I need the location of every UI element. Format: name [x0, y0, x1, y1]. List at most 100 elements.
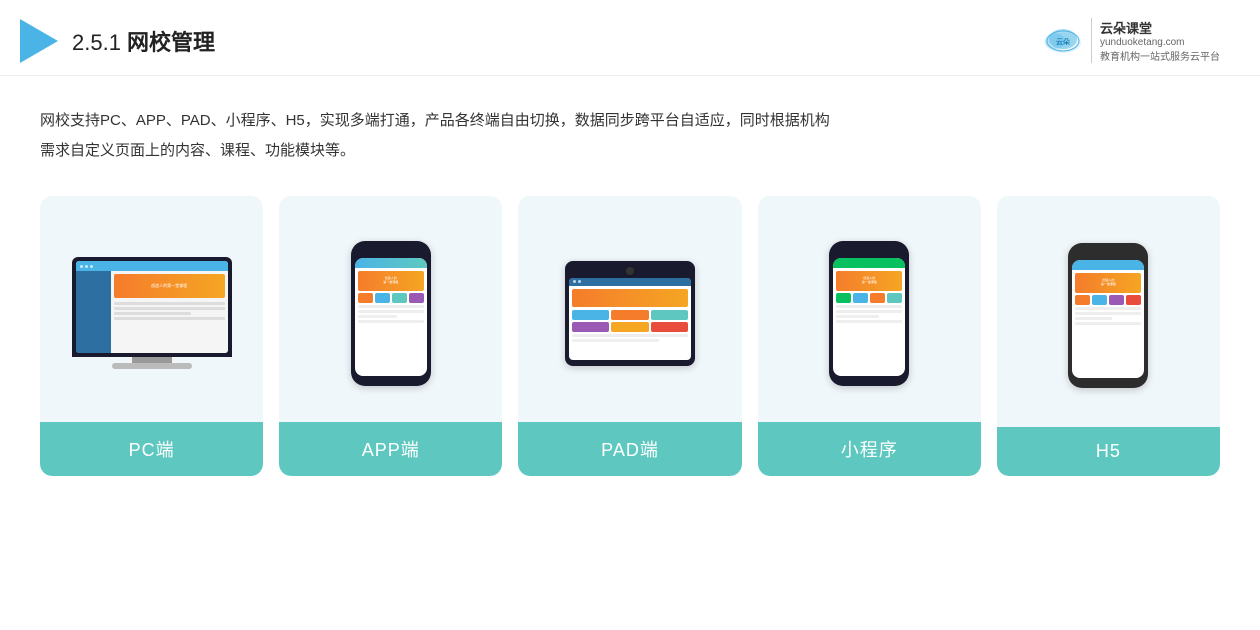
- h5-mockup: 创造人的第一堂课程: [1068, 243, 1148, 388]
- mini-screen-content: 创造人的第一堂课程: [833, 268, 905, 328]
- pc-dot-1: [80, 265, 83, 268]
- tablet-cell-4: [572, 322, 609, 332]
- pc-main-mock: 创造人的第一堂课程: [111, 271, 228, 353]
- phone-icon-h2: [1092, 295, 1107, 305]
- phone-icon-h4: [1126, 295, 1141, 305]
- pad-image-area: [534, 216, 725, 422]
- page-title: 2.5.1 网校管理: [72, 25, 215, 57]
- tablet-banner: [572, 289, 688, 307]
- mini-program-mockup: 创造人的第一堂课程: [829, 241, 909, 386]
- pc-screen-wrap: 创造人的第一堂课程: [72, 257, 232, 357]
- tablet-screen-content: [569, 286, 691, 347]
- phone-icon-1: [358, 293, 373, 303]
- phone-banner-text-app: 创造人的第一堂课程: [383, 277, 398, 284]
- tablet-dot-1: [573, 280, 576, 283]
- device-card-pc: 创造人的第一堂课程: [40, 196, 263, 476]
- logo-triangle-icon: [20, 19, 58, 63]
- app-label: APP端: [279, 422, 502, 476]
- phone-icon-h3: [1109, 295, 1124, 305]
- main-content: 网校支持PC、APP、PAD、小程序、H5，实现多端打通，产品各终端自由切换，数…: [0, 76, 1260, 630]
- tablet-cell-3: [651, 310, 688, 320]
- app-image-area: 创造人的第一堂课程: [295, 216, 486, 422]
- brand-name: 云朵课堂: [1100, 18, 1220, 37]
- device-card-app: 创造人的第一堂课程: [279, 196, 502, 476]
- phone-row-4-app: [358, 320, 424, 323]
- phone-icon-h1: [1075, 295, 1090, 305]
- phone-mockup-app: 创造人的第一堂课程: [351, 241, 431, 386]
- phone-row-1-app: [358, 305, 424, 308]
- svg-text:云朵: 云朵: [1056, 37, 1071, 46]
- description-text: 网校支持PC、APP、PAD、小程序、H5，实现多端打通，产品各终端自由切换，数…: [40, 106, 1220, 166]
- tablet-cell-2: [611, 310, 648, 320]
- pc-screen-content: 创造人的第一堂课程: [76, 271, 228, 353]
- device-cards-container: 创造人的第一堂课程: [40, 196, 1220, 476]
- phone-screen-app: 创造人的第一堂课程: [355, 258, 427, 376]
- mini-row-1: [836, 305, 902, 308]
- mini-row-4: [836, 320, 902, 323]
- pc-dot-2: [85, 265, 88, 268]
- h5-screen-header: [1072, 260, 1144, 270]
- pc-screen-inner: 创造人的第一堂课程: [76, 261, 228, 353]
- tablet-cell-6: [651, 322, 688, 332]
- phone-banner-mini: 创造人的第一堂课程: [836, 271, 902, 291]
- phone-icon-grid-app: [358, 293, 424, 303]
- page-wrapper: 2.5.1 网校管理 云朵 云朵课堂 yunduoketang.com: [0, 0, 1260, 630]
- tablet-home-btn: [626, 267, 634, 275]
- pc-row-2: [114, 307, 225, 310]
- pc-row-3: [114, 312, 192, 315]
- brand-logo: 云朵 云朵课堂 yunduoketang.com 教育机构一站式服务云平台: [1041, 18, 1220, 63]
- phone-screen-content-app: 创造人的第一堂课程: [355, 268, 427, 328]
- tablet-row-1: [572, 334, 688, 337]
- device-card-h5: 创造人的第一堂课程: [997, 196, 1220, 476]
- tablet-row-2: [572, 339, 659, 342]
- pc-row-1: [114, 302, 225, 305]
- pc-image-area: 创造人的第一堂课程: [56, 216, 247, 422]
- phone-row-2-app: [358, 310, 424, 313]
- pc-base: [112, 363, 192, 369]
- tablet-cell-5: [611, 322, 648, 332]
- tablet-screen: [569, 278, 691, 360]
- mini-screen: 创造人的第一堂课程: [833, 258, 905, 376]
- pc-label: PC端: [40, 422, 263, 476]
- tablet-dot-2: [578, 280, 581, 283]
- device-card-miniprogram: 创造人的第一堂课程: [758, 196, 981, 476]
- h5-screen: 创造人的第一堂课程: [1072, 260, 1144, 378]
- phone-icon-grid-mini: [836, 293, 902, 303]
- description-line2: 需求自定义页面上的内容、课程、功能模块等。: [40, 136, 1220, 166]
- phone-banner-h5: 创造人的第一堂课程: [1075, 273, 1141, 293]
- phone-notch-h5: [1096, 251, 1120, 257]
- h5-label: H5: [997, 427, 1220, 476]
- phone-icon-3: [392, 293, 407, 303]
- h5-row-1: [1075, 307, 1141, 310]
- brand-domain: yunduoketang.com: [1100, 37, 1220, 48]
- phone-icon-grid-h5: [1075, 295, 1141, 305]
- h5-screen-content: 创造人的第一堂课程: [1072, 270, 1144, 330]
- tablet-mockup: [565, 261, 695, 366]
- mini-row-2: [836, 310, 902, 313]
- h5-row-3: [1075, 317, 1111, 320]
- phone-banner-text-mini: 创造人的第一堂课程: [862, 277, 877, 284]
- phone-notch-mini: [857, 249, 881, 255]
- phone-banner-text-h5: 创造人的第一堂课程: [1101, 279, 1116, 286]
- device-card-pad: PAD端: [518, 196, 741, 476]
- phone-icon-m1: [836, 293, 851, 303]
- pc-sidebar-mock: [76, 271, 111, 353]
- header: 2.5.1 网校管理 云朵 云朵课堂 yunduoketang.com: [0, 0, 1260, 76]
- phone-icon-m3: [870, 293, 885, 303]
- cloud-icon: 云朵: [1041, 25, 1085, 57]
- miniprogram-label: 小程序: [758, 422, 981, 476]
- pc-content-rows: [111, 300, 228, 322]
- brand-tagline: 教育机构一站式服务云平台: [1100, 48, 1220, 63]
- pc-banner: 创造人的第一堂课程: [114, 274, 225, 298]
- mini-image-area: 创造人的第一堂课程: [774, 216, 965, 422]
- phone-icon-2: [375, 293, 390, 303]
- phone-icon-m2: [853, 293, 868, 303]
- mini-row-3: [836, 315, 879, 318]
- phone-row-3-app: [358, 315, 398, 318]
- pc-dot-3: [90, 265, 93, 268]
- description-line1: 网校支持PC、APP、PAD、小程序、H5，实现多端打通，产品各终端自由切换，数…: [40, 106, 1220, 136]
- pc-row-4: [114, 317, 225, 320]
- header-right: 云朵 云朵课堂 yunduoketang.com 教育机构一站式服务云平台: [1041, 18, 1220, 63]
- pad-label: PAD端: [518, 422, 741, 476]
- tablet-screen-header: [569, 278, 691, 286]
